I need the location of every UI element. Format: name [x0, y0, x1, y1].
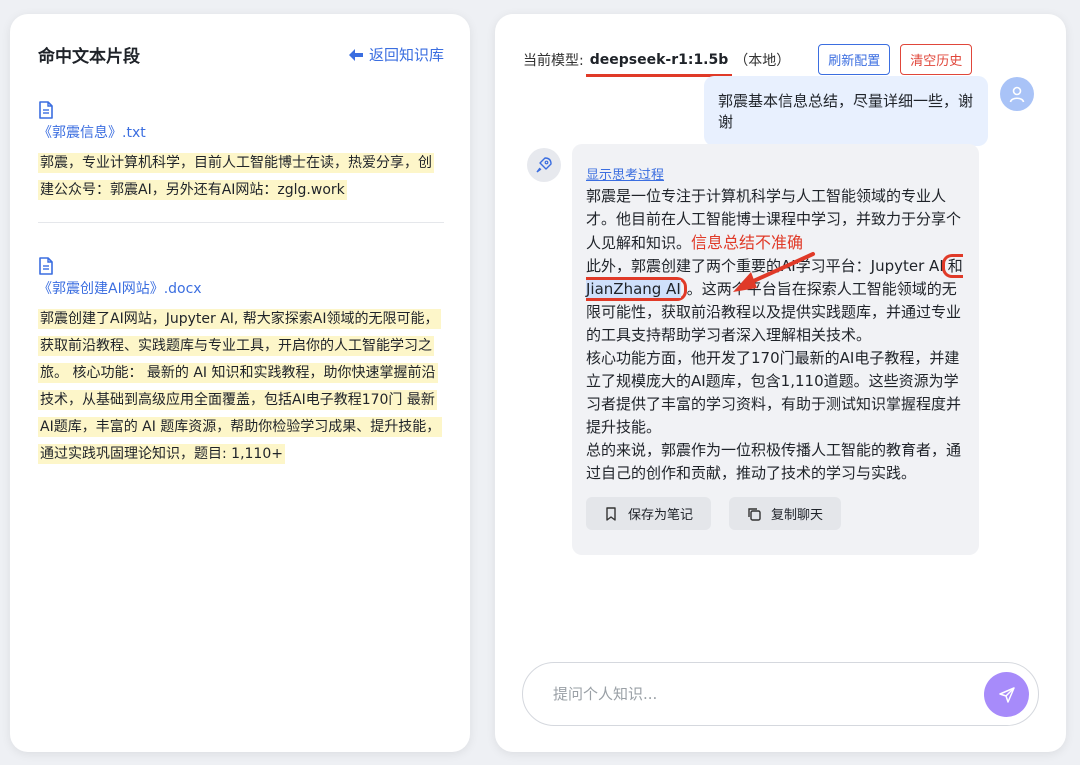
back-to-knowledge-base-link[interactable]: 返回知识库 — [348, 44, 444, 65]
file-name-link[interactable]: 《郭震创建AI网站》.docx — [38, 278, 444, 298]
question-input-box[interactable] — [522, 662, 1039, 726]
model-name: deepseek-r1:1.5b — [585, 51, 733, 77]
answer-paragraph: 总的来说，郭震作为一位积极传播人工智能的教育者，通过自己的创作和贡献，推动了技术… — [586, 441, 962, 482]
hit-item: 《郭震创建AI网站》.docx 郭震创建了AI网站，Jupyter AI, 帮大… — [38, 257, 444, 468]
selected-text: JianZhang AI — [586, 280, 681, 298]
arrow-left-icon — [348, 48, 363, 61]
user-icon — [1009, 86, 1025, 103]
model-name-text: deepseek-r1:1.5b — [589, 51, 729, 68]
panel-header: 命中文本片段 返回知识库 — [38, 42, 444, 67]
panel-title: 命中文本片段 — [38, 47, 140, 67]
refresh-config-button[interactable]: 刷新配置 — [818, 44, 891, 75]
answer-paragraph: 核心功能方面，他开发了170门最新的AI电子教程，并建立了规模庞大的AI题库，包… — [586, 349, 962, 436]
answer-p2-he: 和 — [947, 257, 963, 275]
red-arrow-annotation — [733, 252, 815, 292]
document-icon — [38, 257, 444, 275]
copy-chat-button[interactable]: 复制聊天 — [729, 497, 842, 530]
bookmark-icon — [606, 506, 616, 521]
answer-paragraph: 郭震是一位专注于计算机科学与人工智能领域的专业人才。他目前在人工智能博士课程中学… — [586, 185, 965, 255]
copy-chat-label: 复制聊天 — [771, 508, 824, 523]
send-button[interactable] — [984, 672, 1029, 717]
hit-item: 《郭震信息》.txt 郭震，专业计算机科学，目前人工智能博士在读，热爱分享，创建… — [38, 101, 444, 204]
chat-panel: 当前模型: deepseek-r1:1.5b （本地） 刷新配置 清空历史 郭震… — [495, 14, 1066, 752]
hit-snippets-panel: 命中文本片段 返回知识库 《郭震信息》.txt 郭震，专业计算机科学，目前人工智… — [10, 14, 470, 752]
message-actions: 保存为笔记 复制聊天 — [586, 497, 965, 530]
model-location: （本地） — [734, 52, 791, 69]
snippet-text: 郭震创建了AI网站，Jupyter AI, 帮大家探索AI领域的无限可能，获取前… — [38, 309, 443, 464]
clear-history-button[interactable]: 清空历史 — [900, 44, 973, 75]
rocket-icon — [536, 157, 552, 173]
back-link-label: 返回知识库 — [368, 46, 444, 64]
document-icon — [38, 101, 444, 119]
save-as-note-button[interactable]: 保存为笔记 — [586, 497, 712, 530]
model-label: 当前模型: — [523, 52, 584, 69]
divider — [38, 222, 444, 223]
send-icon — [998, 686, 1015, 703]
bot-message: 显示思考过程 郭震是一位专注于计算机科学与人工智能领域的专业人才。他目前在人工智… — [572, 144, 979, 555]
question-input[interactable] — [551, 684, 955, 704]
save-as-note-label: 保存为笔记 — [628, 508, 694, 523]
snippet-text: 郭震，专业计算机科学，目前人工智能博士在读，热爱分享，创建公众号：郭震AI，另外… — [38, 153, 434, 200]
answer-text: 郭震是一位专注于计算机科学与人工智能领域的专业人才。他目前在人工智能博士课程中学… — [586, 185, 965, 485]
hit-snippet: 郭震创建了AI网站，Jupyter AI, 帮大家探索AI领域的无限可能，获取前… — [38, 306, 444, 468]
user-message-row: 郭震基本信息总结，尽量详细一些，谢谢 — [704, 76, 1034, 146]
hit-snippet: 郭震，专业计算机科学，目前人工智能博士在读，热爱分享，创建公众号：郭震AI，另外… — [38, 150, 444, 204]
file-name-link[interactable]: 《郭震信息》.txt — [38, 122, 444, 142]
copy-icon — [748, 507, 761, 521]
show-thinking-link[interactable]: 显示思考过程 — [586, 164, 965, 183]
user-avatar — [1000, 77, 1034, 111]
user-message: 郭震基本信息总结，尽量详细一些，谢谢 — [704, 76, 988, 146]
model-bar: 当前模型: deepseek-r1:1.5b （本地） 刷新配置 清空历史 — [523, 44, 973, 77]
bot-avatar — [527, 148, 561, 182]
